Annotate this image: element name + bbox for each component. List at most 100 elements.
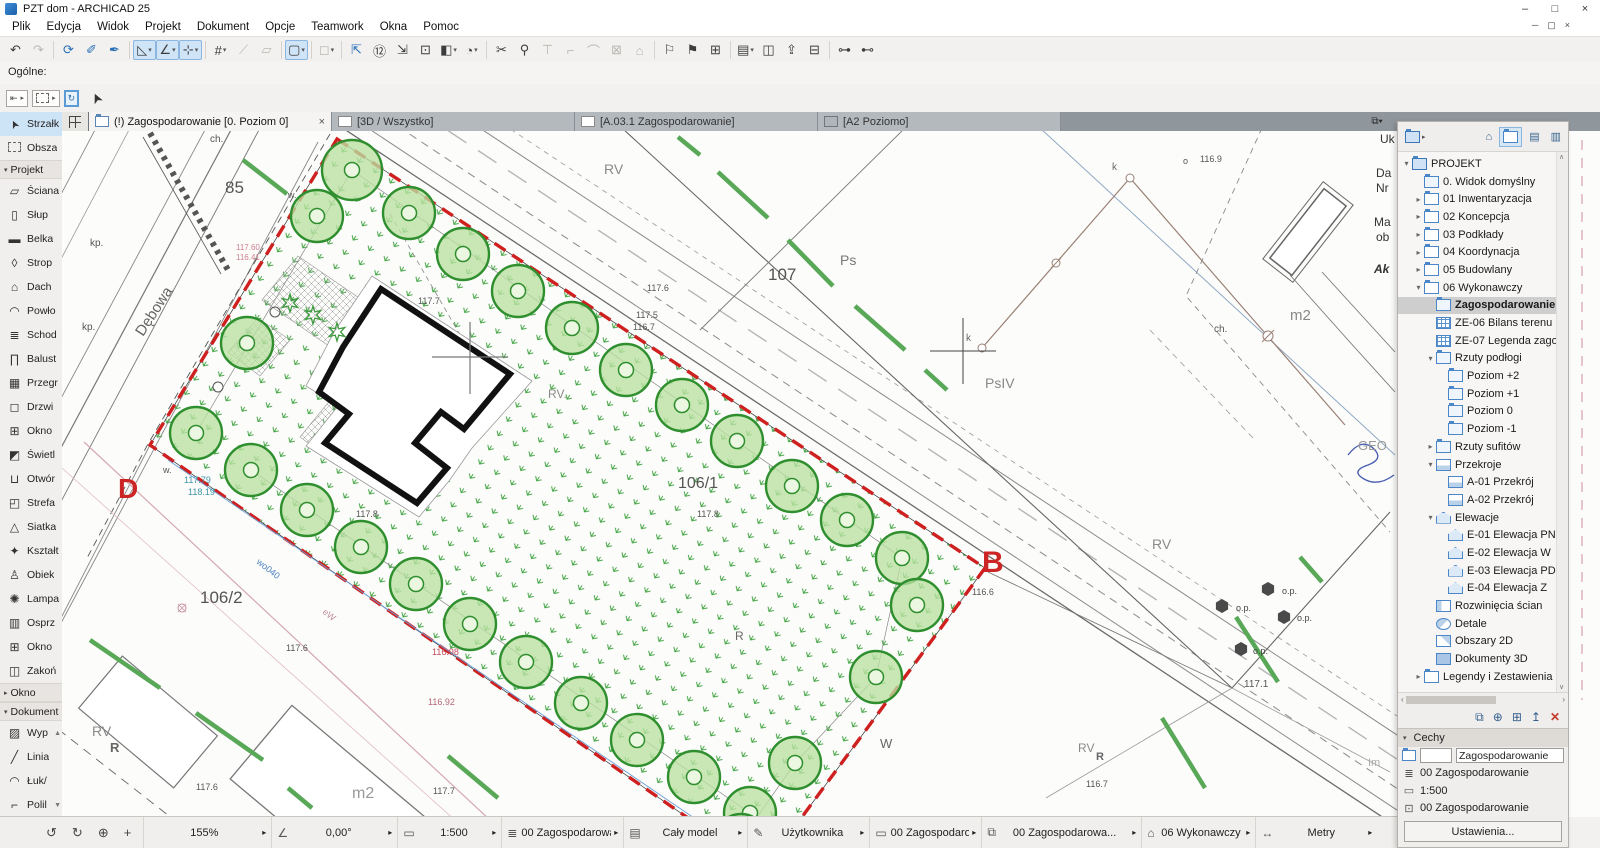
toolbox-item-obiek[interactable]: ♙ Obiek (0, 563, 62, 587)
tree-item[interactable]: ▾ PROJEKT (1398, 155, 1568, 173)
publisher-button[interactable]: ▥ (1547, 127, 1565, 147)
close-button[interactable]: × (1570, 0, 1600, 18)
statusbar-dimension-style[interactable]: ▭00 Zagospodarowa...▸ (869, 817, 981, 848)
settings-button[interactable]: Ustawienia... (1404, 821, 1562, 842)
menu-edycja[interactable]: Edycja (39, 21, 90, 33)
statusbar-structure-filter[interactable]: ▤ Cały model ▸ (623, 817, 747, 848)
coords-tool-button[interactable]: ⊹ ▾ (179, 40, 202, 60)
doc-restore-button[interactable]: ▢ (1547, 20, 1556, 31)
tree-item[interactable]: ▾ Przekroje (1398, 456, 1568, 474)
statusbar-pen-set[interactable]: ✎ Użytkownika ▸ (747, 817, 869, 848)
toolbox-item-wyp[interactable]: ▨ Wyp ▲ (0, 721, 62, 745)
tab-close-icon[interactable]: × (313, 116, 325, 128)
toolbox-item-kształt[interactable]: ✦ Kształt (0, 539, 62, 563)
linkplus-tool-button[interactable]: ⊷ (856, 40, 879, 60)
drawing-area[interactable]: 85 Dębowa kp. kp. ch. ch. w. w. RV RV RV. RV R RV R R 10… (0, 51, 1600, 848)
paint-tool-button[interactable]: ◧ ▾ (437, 40, 460, 60)
homeplus-tool-button[interactable]: ⊞ (704, 40, 727, 60)
fillet-tool-button[interactable]: ⌒ (582, 40, 605, 60)
prev-view-icon[interactable]: ↺ (46, 825, 57, 841)
tree-item[interactable]: ▾ Rzuty podłogi (1398, 350, 1568, 368)
tree-item[interactable]: ▸ 04 Koordynacja (1398, 243, 1568, 261)
tree-item[interactable]: Dokumenty 3D (1398, 650, 1568, 668)
toolbox-item-przegr[interactable]: ▦ Przegr (0, 371, 62, 395)
tab-2[interactable]: [3D / Wszystko] (332, 112, 575, 131)
maximize-button[interactable]: □ (1540, 0, 1570, 18)
toolbox-item-polil[interactable]: ⌐ Polil ▼ (0, 793, 62, 817)
winset-tool-button[interactable]: ◫ (757, 40, 780, 60)
tree-item[interactable]: 0. Widok domyślny (1398, 173, 1568, 191)
toolbox-item-strefa[interactable]: ◰ Strefa (0, 491, 62, 515)
view-map-button[interactable] (1499, 126, 1523, 147)
toolbox-item-dach[interactable]: ⌂ Dach (0, 275, 62, 299)
toolbox-item-belka[interactable]: ▬ Belka (0, 227, 62, 251)
tree-item[interactable]: Obszary 2D (1398, 633, 1568, 651)
tree-item[interactable]: E-04 Elewacja Z (1398, 580, 1568, 598)
menu-plik[interactable]: Plik (4, 21, 39, 33)
rotgrid-tool-button[interactable]: ⟋ (232, 40, 255, 60)
tree-item[interactable]: Poziom +2 (1398, 367, 1568, 385)
properties-header[interactable]: ▾ Cechy (1398, 728, 1568, 747)
tree-item[interactable]: Poziom -1 (1398, 420, 1568, 438)
tree-item[interactable]: E-03 Elewacja PD (1398, 562, 1568, 580)
tree-item[interactable]: ▸ 03 Podkłady (1398, 226, 1568, 244)
toolbox-item-okno[interactable]: ⊞ Okno (0, 419, 62, 443)
tree-item[interactable]: ▾ Elewacje (1398, 509, 1568, 527)
toolbox-group-projekt[interactable]: ▾ Projekt (0, 160, 62, 179)
toolbox-item-powło[interactable]: ◠ Powło (0, 299, 62, 323)
statusbar-layer-combination[interactable]: ≣00 Zagospodarowa...▸ (501, 817, 623, 848)
project-map-button[interactable]: ⌂ (1482, 127, 1497, 147)
toolbox-group-okno[interactable]: ▸ Okno (0, 683, 62, 702)
minimize-button[interactable]: – (1510, 0, 1540, 18)
zoom-in-icon[interactable]: ⊕ (98, 825, 109, 841)
zoomsel-tool-button[interactable]: ⚲ (513, 40, 536, 60)
view-name-field[interactable]: Zagospodarowanie (1456, 748, 1564, 764)
snap-tool-button[interactable]: ∠ ▾ (156, 40, 179, 60)
tab-3[interactable]: [A.03.1 Zagospodarowanie] (575, 112, 818, 131)
link-tool-button[interactable]: ⊶ (833, 40, 856, 60)
menu-dokument[interactable]: Dokument (189, 21, 257, 33)
doc-close-button[interactable]: × (1565, 20, 1570, 31)
menu-teamwork[interactable]: Teamwork (303, 21, 371, 33)
tree-item[interactable]: ▸ Legendy i Zestawienia (1398, 668, 1568, 686)
home-tool-button[interactable]: ⌂ (628, 40, 651, 60)
toolbox-item-obsza[interactable]: Obsza (0, 136, 62, 160)
tree-item[interactable]: ZE-07 Legenda zagospo (1398, 332, 1568, 350)
tree-item[interactable]: Rozwinięcia ścian (1398, 597, 1568, 615)
toolbox-item-schod[interactable]: ≣ Schod (0, 323, 62, 347)
tree-hscrollbar[interactable]: ‹ › (1398, 693, 1568, 706)
toolbox-item-okno[interactable]: ⊞ Okno (0, 635, 62, 659)
toolbox-item-strop[interactable]: ◊ Strop (0, 251, 62, 275)
corner-tool-button[interactable]: ⌐ (559, 40, 582, 60)
statusbar-working-units[interactable]: ↔ Metry ▸ (1255, 817, 1377, 848)
layout-book-button[interactable]: ▤ (1525, 127, 1543, 147)
toolbox-item-linia[interactable]: ╱ Linia (0, 745, 62, 769)
resize-tool-button[interactable]: ⊠ (605, 40, 628, 60)
toolbox-item-zakoń[interactable]: ◫ Zakoń (0, 659, 62, 683)
hscroll-thumb[interactable] (1405, 695, 1496, 704)
tree-scrollbar[interactable]: ∧ ∨ (1556, 152, 1568, 692)
undo-tool-button[interactable]: ↶ (4, 40, 27, 60)
next-view-icon[interactable]: ↻ (72, 825, 83, 841)
toolbox-item-świetl[interactable]: ◩ Świetl (0, 443, 62, 467)
statusbar-orientation[interactable]: ∠ 0,00° ▸ (271, 817, 397, 848)
sheet-tool-button[interactable]: ▱ (255, 40, 278, 60)
rotate-tool-button[interactable]: ◔ ▾ (460, 40, 483, 60)
measure-tool-button[interactable]: ⑫ (368, 40, 391, 60)
drag-tool-button[interactable]: ⇱ (345, 40, 368, 60)
cabinet-tool-button[interactable]: ▤ ▾ (734, 40, 757, 60)
orbit-tool-button[interactable]: ⟳ (57, 40, 80, 60)
new-folder-button[interactable]: ⊞ (1512, 710, 1522, 724)
tree-item[interactable]: Poziom 0 (1398, 403, 1568, 421)
statusbar-zoom-level[interactable]: 155% ▸ (143, 817, 271, 848)
toolbox-item-otwór[interactable]: ⊔ Otwór (0, 467, 62, 491)
tree-item[interactable]: ▸ 02 Koncepcja (1398, 208, 1568, 226)
menu-projekt[interactable]: Projekt (137, 21, 189, 33)
upload-tool-button[interactable]: ⇪ (780, 40, 803, 60)
guide-tool-button[interactable]: ◺ ▾ (133, 40, 156, 60)
toolbox-item-strzałk[interactable]: ➤ Strzałk (0, 112, 62, 136)
selection-mode-button[interactable]: ⇤ ▸ (6, 89, 29, 107)
tab-1[interactable]: (!) Zagospodarowanie [0. Poziom 0] × (89, 112, 332, 131)
tree-item[interactable]: Zagospodarowanie (1398, 296, 1568, 315)
pick-tool-button[interactable]: ✐ (80, 40, 103, 60)
